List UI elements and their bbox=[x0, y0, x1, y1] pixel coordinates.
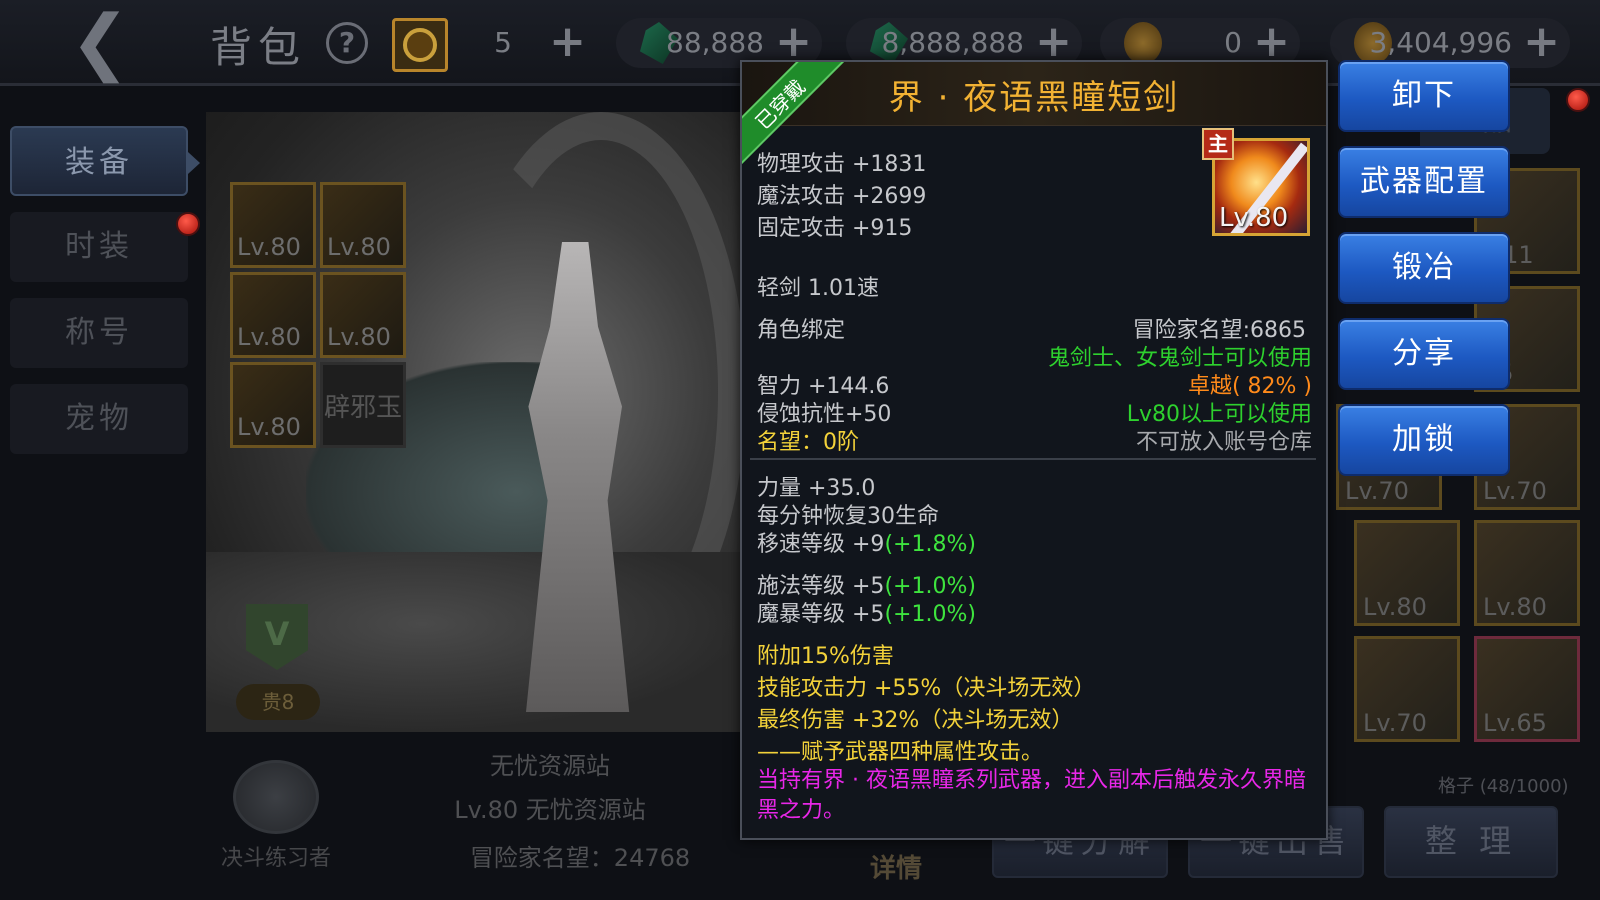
ticket-count: 5 bbox=[494, 26, 512, 59]
coin-icon bbox=[1124, 22, 1162, 64]
duel-title: 决斗练习者 bbox=[220, 846, 331, 871]
stat-mag-crit: 魔暴等级 +5(+1.0%) bbox=[757, 602, 976, 627]
guild-name: 无忧资源站 bbox=[490, 752, 610, 780]
equip-slot[interactable]: Lv.80 bbox=[230, 182, 316, 268]
item-name: 界 · 夜语黑瞳短剑 bbox=[888, 78, 1180, 118]
set-effect: 当持有界 · 夜语黑瞳系列武器，进入副本后触发永久界暗黑之力。 bbox=[757, 768, 1306, 823]
final-damage: 最终伤害 +32%（决斗场无效） bbox=[757, 708, 1074, 733]
character-preview: Lv.80 Lv.80 Lv.80 Lv.80 Lv.80 辟邪玉 V 贵8 bbox=[206, 112, 746, 732]
duel-sword-icon bbox=[233, 760, 319, 834]
divider bbox=[750, 458, 1316, 460]
app: ❮ 背包 ? 5 + 88,888 + 8,888,888 + 0 + 3,40… bbox=[0, 0, 1600, 900]
share-button[interactable]: 分享 bbox=[1338, 318, 1510, 390]
ticket-icon[interactable] bbox=[392, 18, 448, 72]
gem-count: 88,888 bbox=[666, 26, 764, 59]
tab-fashion[interactable]: 时装 bbox=[10, 212, 188, 282]
prestige-tier: 名望：0阶 bbox=[757, 430, 859, 455]
talisman-slot[interactable]: 辟邪玉 bbox=[320, 362, 406, 448]
back-arrow-icon[interactable]: ❮ bbox=[60, 5, 140, 77]
equip-slot[interactable]: Lv.80 bbox=[230, 362, 316, 448]
stat-fixed-atk: 固定攻击 +915 bbox=[757, 216, 913, 241]
stat-move-speed: 移速等级 +9(+1.8%) bbox=[757, 532, 976, 557]
bind-type: 角色绑定 bbox=[757, 318, 846, 343]
lock-button[interactable]: 加锁 bbox=[1338, 404, 1510, 476]
tab-equipment[interactable]: 装备 bbox=[10, 126, 200, 196]
gold-count: 3,404,996 bbox=[1369, 26, 1512, 59]
character-fame: 冒险家名望：24768 bbox=[469, 844, 691, 872]
unequip-button[interactable]: 卸下 bbox=[1338, 60, 1510, 132]
ticket-resource: 5 + bbox=[456, 16, 596, 68]
stat-phys-atk: 物理攻击 +1831 bbox=[757, 152, 927, 177]
equip-slot[interactable]: Lv.80 bbox=[320, 182, 406, 268]
sort-button[interactable]: 整 理 bbox=[1384, 806, 1558, 878]
character-level-guild: Lv.80 无忧资源站 bbox=[454, 796, 646, 824]
equip-slot[interactable]: Lv.80 bbox=[230, 272, 316, 358]
notification-dot bbox=[1566, 88, 1590, 112]
noble-badge: 贵8 bbox=[236, 684, 320, 720]
inventory-item[interactable]: Lv.80 bbox=[1474, 520, 1580, 626]
forge-button[interactable]: 锻冶 bbox=[1338, 232, 1510, 304]
weapon-type: 轻剑 1.01速 bbox=[757, 276, 879, 301]
inventory-item[interactable]: Lv.65 bbox=[1474, 636, 1580, 742]
item-tooltip: 界 · 夜语黑瞳短剑 已穿戴 Lv.80 主 物理攻击 +1831 魔法攻击 +… bbox=[740, 60, 1328, 840]
duel-rank: 决斗练习者 bbox=[220, 760, 332, 872]
item-icon-level: Lv.80 bbox=[1219, 203, 1289, 233]
detail-button[interactable]: 详情 bbox=[870, 848, 922, 885]
add-ticket-button[interactable]: + bbox=[549, 16, 586, 67]
inventory-item[interactable]: Lv.70 bbox=[1354, 636, 1460, 742]
help-icon[interactable]: ? bbox=[326, 22, 368, 64]
notification-dot bbox=[176, 212, 200, 236]
stat-mag-atk: 魔法攻击 +2699 bbox=[757, 184, 927, 209]
element-attack: ——赋予武器四种属性攻击。 bbox=[757, 740, 1044, 765]
coin-count: 0 bbox=[1224, 26, 1242, 59]
storage-restriction: 不可放入账号仓库 bbox=[1135, 430, 1312, 455]
bonus-damage: 附加15%伤害 bbox=[757, 644, 894, 669]
tab-titles[interactable]: 称号 bbox=[10, 298, 188, 368]
weapon-config-button[interactable]: 武器配置 bbox=[1338, 146, 1510, 218]
add-gold-button[interactable]: + bbox=[1523, 16, 1560, 67]
inventory-counter: 格子 (48/1000) bbox=[1438, 776, 1569, 797]
inventory-item[interactable]: Lv.80 bbox=[1354, 520, 1460, 626]
tab-pets[interactable]: 宠物 bbox=[10, 384, 188, 454]
main-weapon-badge: 主 bbox=[1202, 128, 1234, 160]
equip-slot[interactable]: Lv.80 bbox=[320, 272, 406, 358]
page-title: 背包 bbox=[210, 23, 307, 72]
gem2-count: 8,888,888 bbox=[881, 26, 1024, 59]
skill-attack: 技能攻击力 +55%（决斗场无效） bbox=[757, 676, 1096, 701]
